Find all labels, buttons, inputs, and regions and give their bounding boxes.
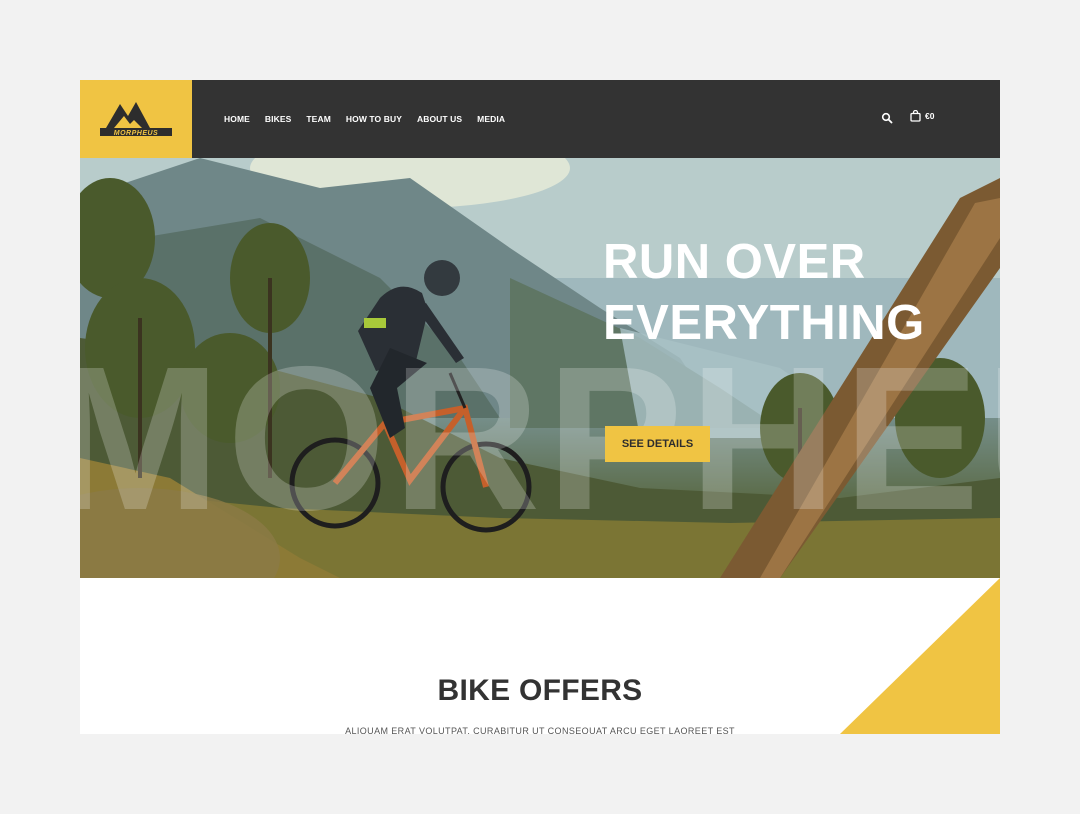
nav-item-how-to-buy[interactable]: HOW TO BUY — [346, 114, 402, 124]
bike-offers-section: BIKE OFFERS ALIQUAM ERAT VOLUTPAT. CURAB… — [80, 578, 1000, 734]
yellow-corner-decoration — [840, 578, 1000, 734]
section-subtitle: ALIQUAM ERAT VOLUTPAT. CURABITUR UT CONS… — [345, 726, 735, 734]
hero-watermark-text: MORPHEUS — [80, 324, 1000, 553]
search-icon[interactable] — [881, 112, 893, 124]
logo-text: MORPHEUS — [114, 130, 158, 137]
cart-button[interactable]: €0 — [910, 110, 934, 122]
nav-item-team[interactable]: TEAM — [306, 114, 330, 124]
logo[interactable]: MORPHEUS — [80, 80, 192, 158]
page-frame: MORPHEUS HOME BIKES TEAM HOW TO BUY ABOU… — [80, 80, 1000, 734]
hero-banner: MORPHEUS RUN OVER EVERYTHING SEE DETAILS — [80, 158, 1000, 578]
hero-title-line-1: RUN OVER — [603, 235, 866, 289]
main-nav: HOME BIKES TEAM HOW TO BUY ABOUT US MEDI… — [224, 80, 520, 158]
site-header: MORPHEUS HOME BIKES TEAM HOW TO BUY ABOU… — [80, 80, 1000, 158]
section-title: BIKE OFFERS — [437, 674, 643, 707]
nav-item-about-us[interactable]: ABOUT US — [417, 114, 462, 124]
cart-total: €0 — [925, 111, 935, 121]
hero-title: RUN OVER EVERYTHING — [603, 232, 925, 354]
nav-item-home[interactable]: HOME — [224, 114, 250, 124]
hero-title-line-2: EVERYTHING — [603, 296, 925, 350]
nav-item-media[interactable]: MEDIA — [477, 114, 505, 124]
nav-item-bikes[interactable]: BIKES — [265, 114, 291, 124]
see-details-button[interactable]: SEE DETAILS — [605, 426, 710, 462]
shopping-bag-icon — [910, 110, 921, 122]
mountain-logo-icon: MORPHEUS — [100, 102, 172, 137]
